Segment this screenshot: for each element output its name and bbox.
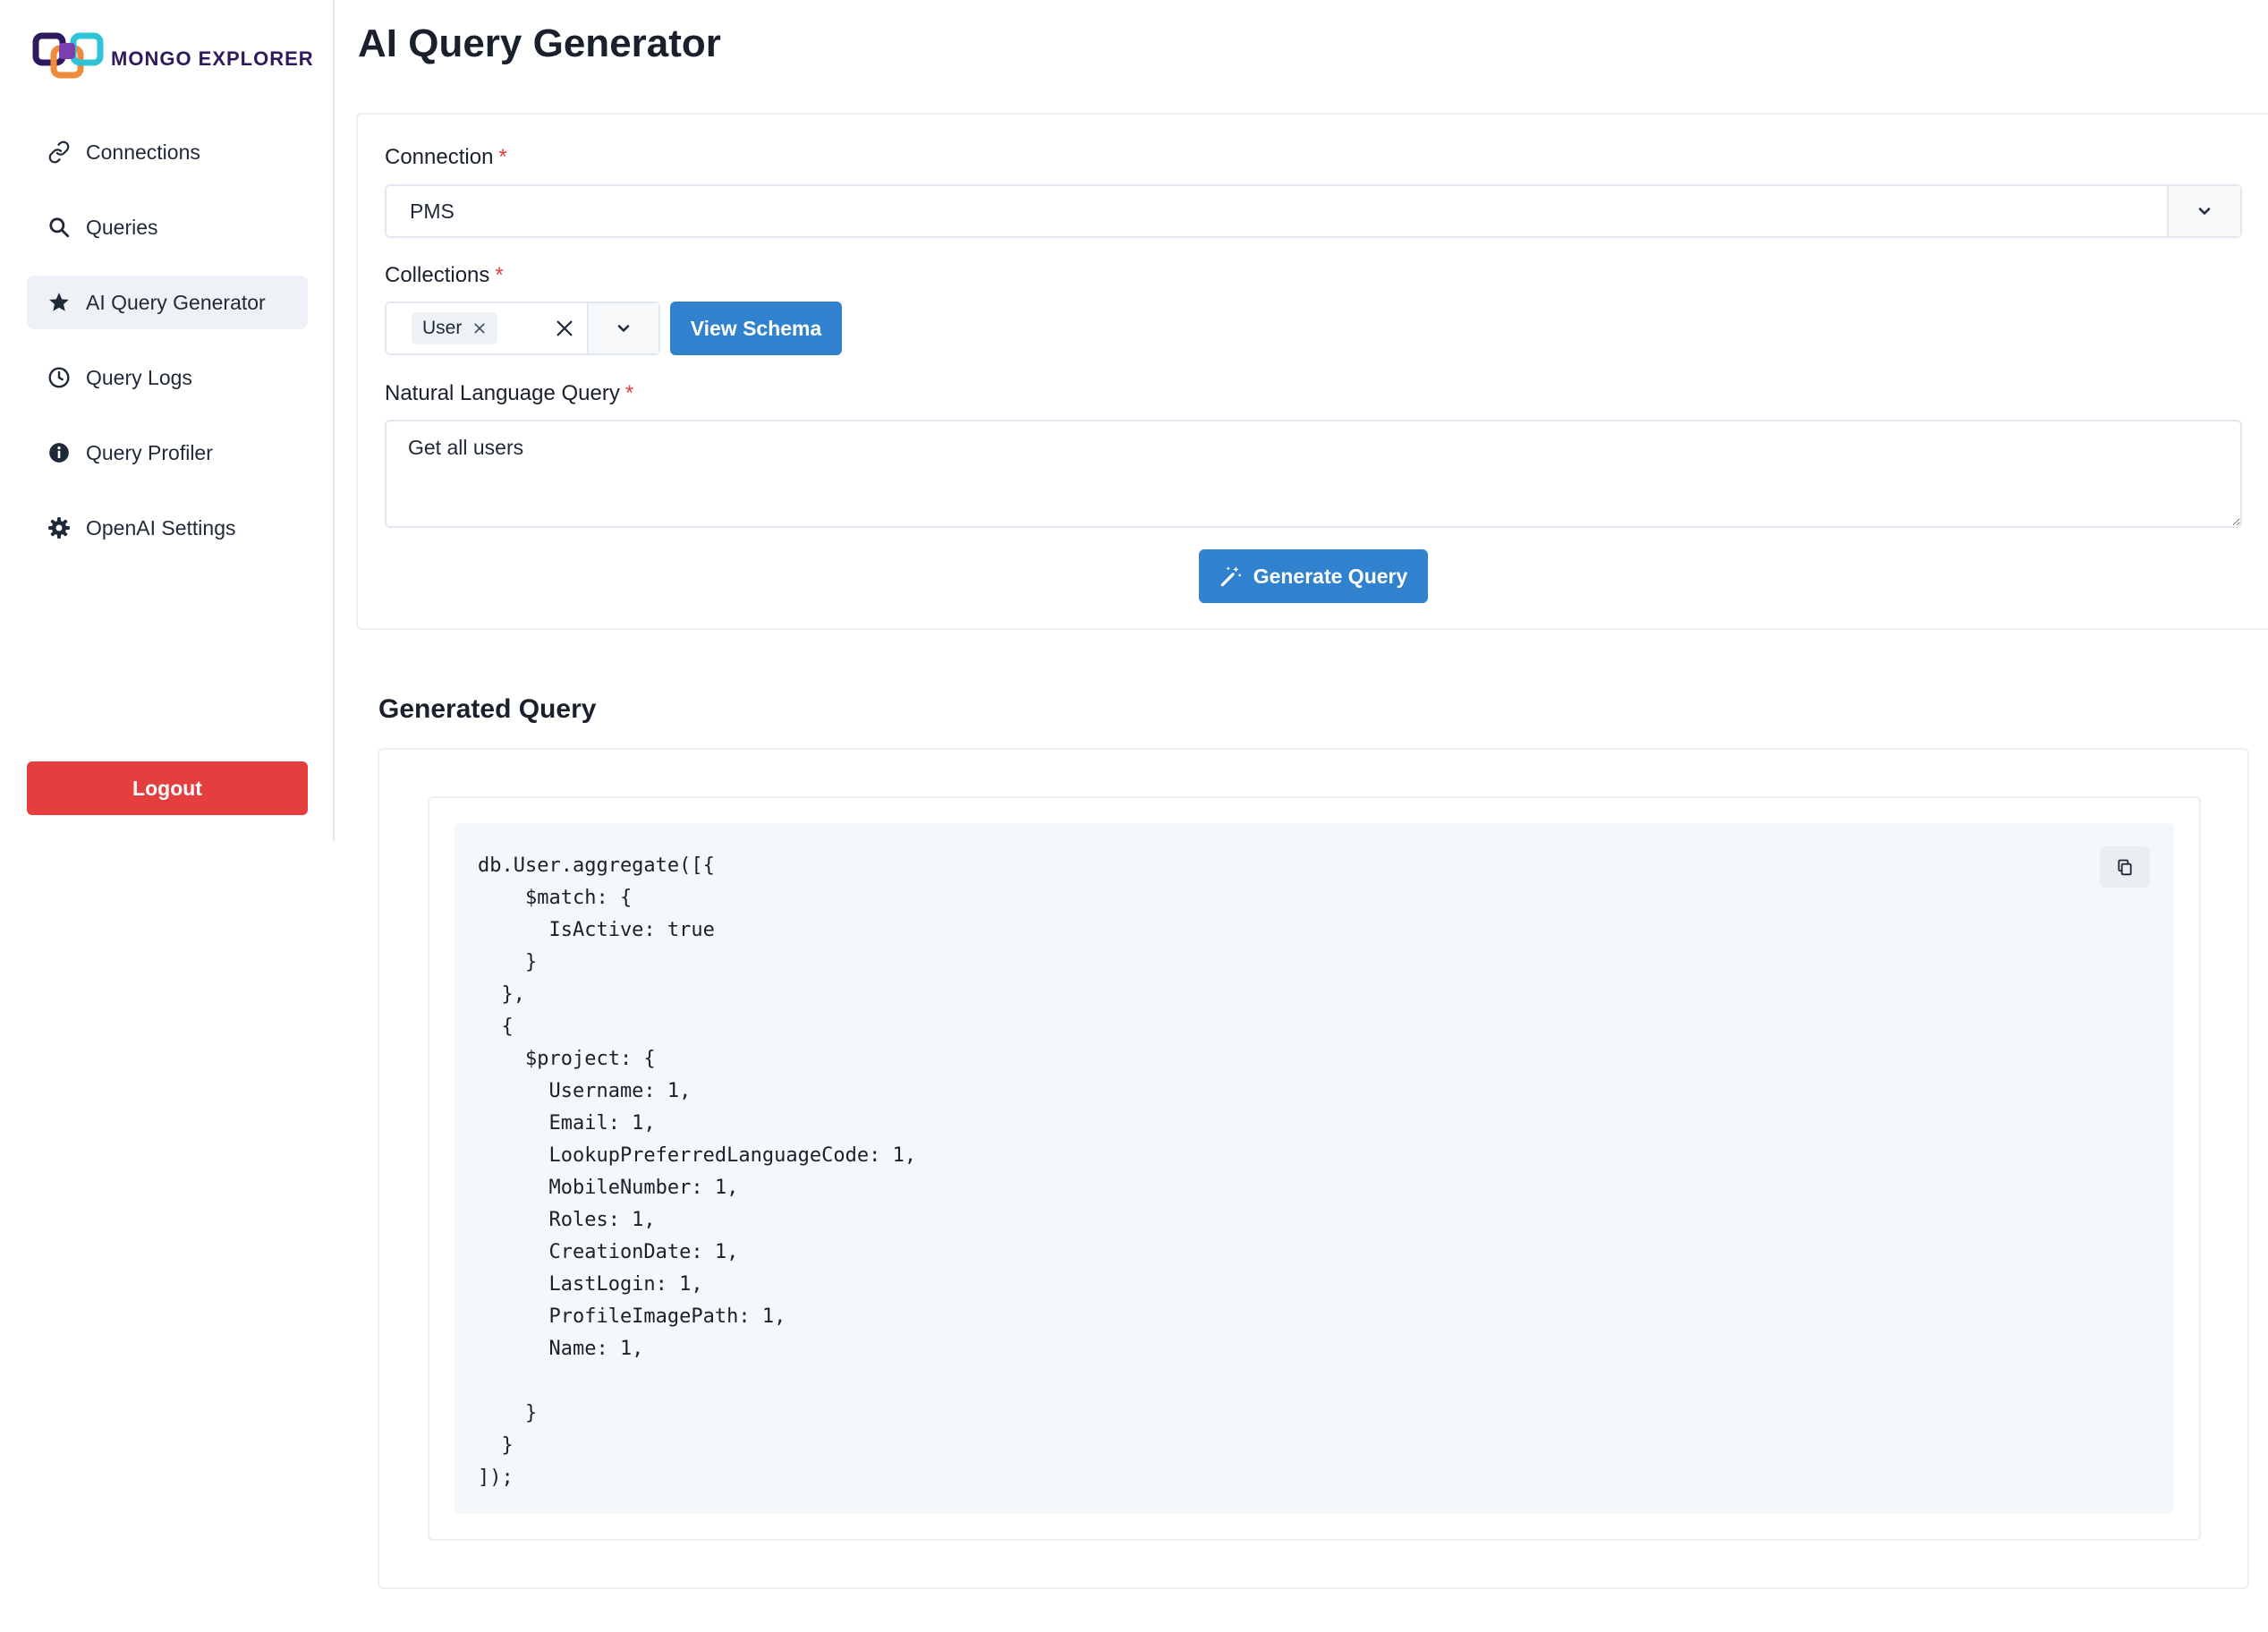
sidebar-item-label: Connections: [86, 140, 200, 164]
nl-query-label-text: Natural Language Query: [385, 381, 620, 405]
sidebar-item-ai-query-generator[interactable]: AI Query Generator: [27, 276, 308, 329]
collection-chip: User: [412, 312, 498, 344]
nl-query-label: Natural Language Query *: [385, 381, 633, 406]
copy-button[interactable]: [2100, 846, 2150, 888]
sidebar-item-connections[interactable]: Connections: [27, 125, 308, 179]
info-icon: [47, 440, 72, 465]
sidebar-item-queries[interactable]: Queries: [27, 200, 308, 254]
sidebar-item-label: Query Profiler: [86, 440, 213, 464]
collections-label-text: Collections: [385, 263, 490, 287]
code-block: db.User.aggregate([{ $match: { IsActive:…: [454, 823, 2174, 1514]
copy-icon: [2118, 859, 2132, 876]
generated-query-title: Generated Query: [378, 694, 597, 724]
logo-text: MONGO EXPLORER: [111, 47, 314, 70]
nl-query-textarea[interactable]: Get all users: [385, 420, 2242, 528]
gear-icon: [47, 515, 72, 540]
clock-icon: [47, 365, 72, 390]
connection-label-text: Connection: [385, 145, 494, 169]
search-icon: [47, 215, 72, 240]
view-schema-button[interactable]: View Schema: [670, 302, 842, 355]
sidebar-item-query-profiler[interactable]: Query Profiler: [27, 426, 308, 480]
chip-remove-icon[interactable]: [472, 321, 487, 336]
generated-query-code: db.User.aggregate([{ $match: { IsActive:…: [478, 854, 917, 1489]
required-mark: *: [495, 263, 504, 287]
sidebar-item-label: Queries: [86, 215, 158, 239]
sidebar-item-label: OpenAI Settings: [86, 515, 236, 540]
sidebar-item-label: Query Logs: [86, 365, 192, 389]
generate-query-label: Generate Query: [1253, 564, 1408, 588]
sidebar-item-label: AI Query Generator: [86, 290, 266, 314]
app-logo[interactable]: MONGO EXPLORER: [32, 30, 314, 88]
generate-query-button[interactable]: Generate Query: [1199, 549, 1428, 603]
sidebar-item-openai-settings[interactable]: OpenAI Settings: [27, 501, 308, 555]
sidebar-item-query-logs[interactable]: Query Logs: [27, 351, 308, 404]
chevron-down-icon[interactable]: [587, 303, 658, 353]
page-title: AI Query Generator: [358, 21, 721, 65]
connection-select-value: PMS: [410, 199, 454, 223]
connection-label: Connection *: [385, 145, 507, 170]
collection-chip-label: User: [422, 318, 463, 338]
logout-button[interactable]: Logout: [27, 761, 308, 815]
chevron-down-icon[interactable]: [2167, 186, 2240, 236]
sidebar: MONGO EXPLORER Connections Queries AI Qu…: [0, 0, 335, 841]
sidebar-nav: Connections Queries AI Query Generator Q…: [27, 125, 308, 576]
collections-label: Collections *: [385, 263, 504, 288]
link-icon: [47, 140, 72, 165]
magic-wand-icon: [1220, 566, 1242, 587]
collections-select[interactable]: User: [385, 302, 660, 355]
connection-select[interactable]: PMS: [385, 184, 2242, 238]
required-mark: *: [624, 381, 634, 405]
logo-icon: [32, 32, 104, 79]
star-icon: [47, 290, 72, 315]
required-mark: *: [498, 145, 507, 169]
clear-selection-icon[interactable]: [542, 303, 587, 353]
